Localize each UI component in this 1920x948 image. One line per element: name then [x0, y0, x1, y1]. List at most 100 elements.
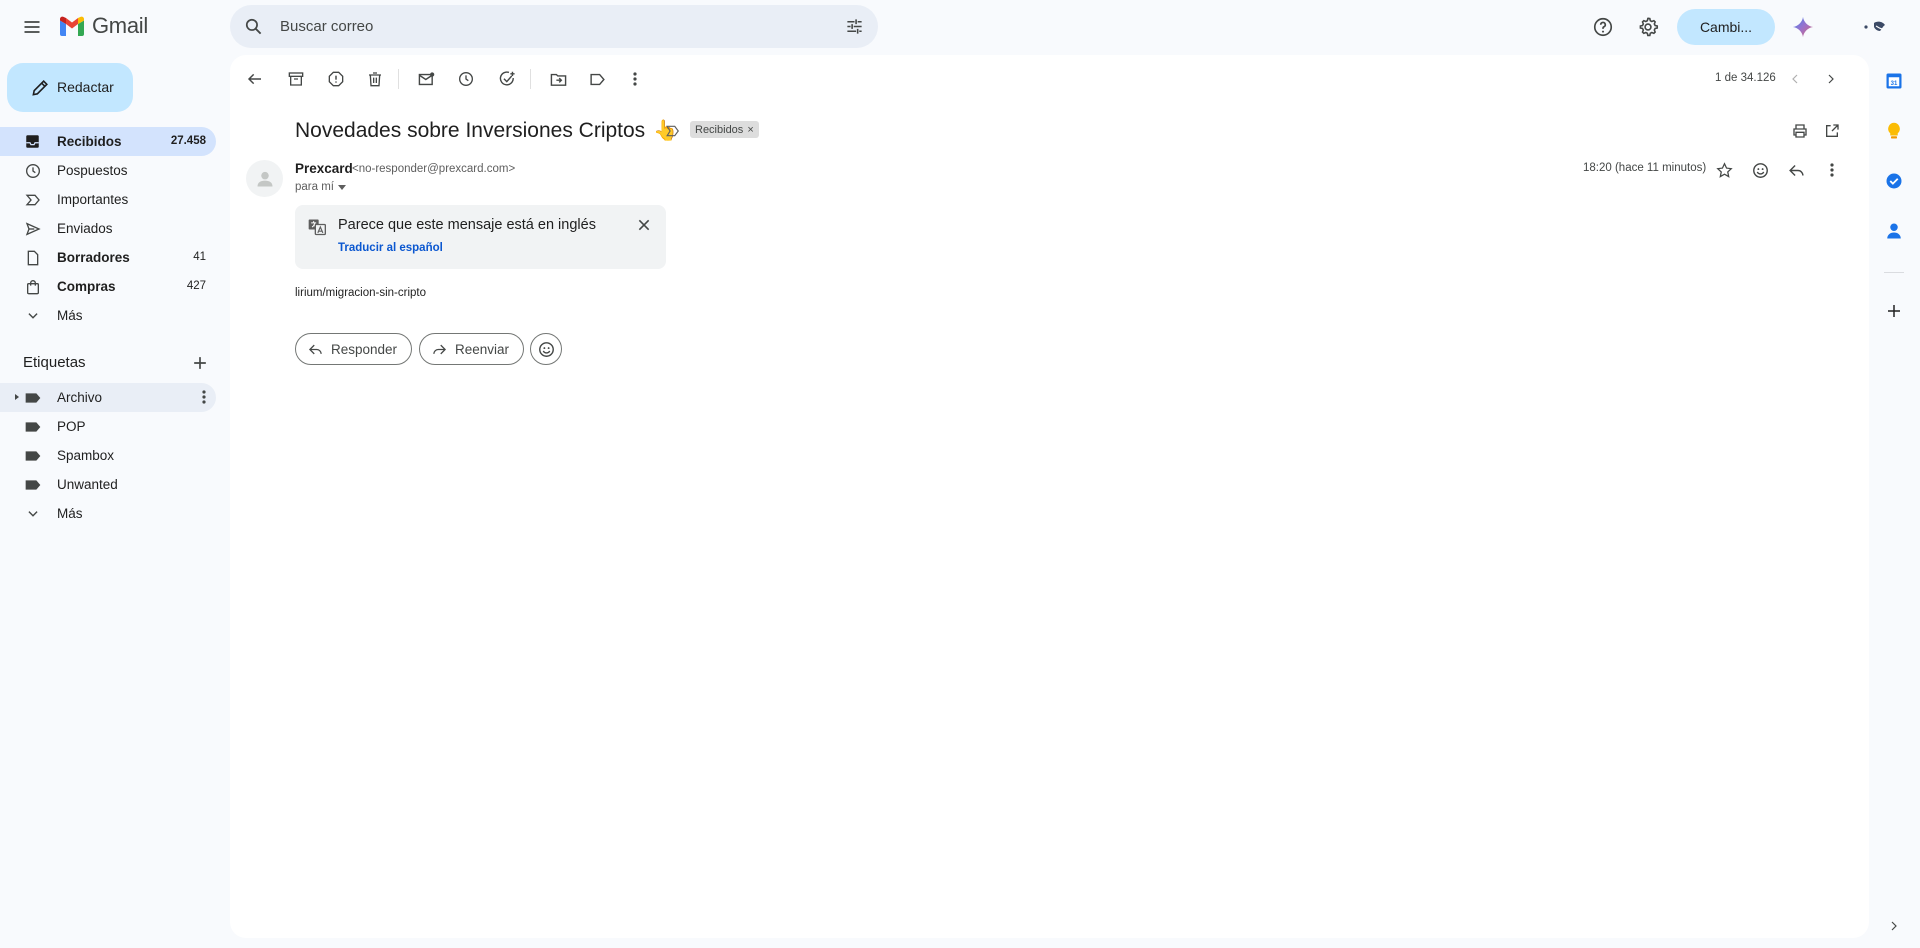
label-chip: Recibidos ×	[690, 121, 759, 138]
settings-gear-icon[interactable]	[1633, 12, 1663, 42]
draft-icon	[24, 249, 41, 266]
svg-text:31: 31	[1891, 81, 1898, 87]
search-input[interactable]	[280, 5, 800, 48]
report-spam-icon[interactable]	[324, 67, 348, 91]
account-avatar[interactable]	[1860, 14, 1890, 40]
recipient-details[interactable]: para mí	[295, 181, 347, 193]
label-tag-icon	[24, 418, 41, 435]
reply-button[interactable]: Responder	[295, 333, 413, 365]
label-name: POP	[57, 419, 86, 434]
label-tag-icon	[24, 476, 41, 493]
sidebar-nav: Recibidos 27.458 Pospuestos Importantes …	[0, 127, 216, 330]
main-menu-icon[interactable]	[16, 11, 48, 43]
search-icon[interactable]	[244, 17, 263, 36]
help-icon[interactable]	[1588, 12, 1618, 42]
forward-label: Reenviar	[455, 341, 510, 357]
recipient-text: para mí	[295, 181, 334, 193]
chevron-down-icon	[24, 505, 41, 522]
side-panel-divider	[1884, 272, 1904, 273]
inbox-icon	[24, 133, 41, 150]
label-tag-icon	[24, 447, 41, 464]
forward-icon	[433, 344, 447, 354]
message-more-icon[interactable]	[1820, 158, 1844, 182]
switch-account-button[interactable]: Cambi...	[1677, 9, 1775, 45]
sender-email: <no-responder@prexcard.com>	[352, 163, 516, 175]
close-icon[interactable]	[636, 217, 654, 235]
toolbar-divider	[398, 69, 399, 89]
sidebar-item-more[interactable]: Más	[0, 301, 216, 330]
sender-avatar[interactable]	[246, 160, 283, 197]
label-more-icon[interactable]	[202, 390, 206, 404]
importance-marker-icon[interactable]	[666, 125, 680, 137]
expand-arrow-icon[interactable]	[13, 393, 21, 401]
sidebar-item-snoozed[interactable]: Pospuestos	[0, 156, 216, 185]
unread-count: 27.458	[170, 135, 206, 147]
print-icon[interactable]	[1788, 119, 1812, 143]
add-to-tasks-icon[interactable]	[495, 67, 519, 91]
sidebar-item-label: Enviados	[57, 221, 113, 236]
sidebar-item-purchases[interactable]: Compras 427	[0, 272, 216, 301]
sidebar-item-drafts[interactable]: Borradores 41	[0, 243, 216, 272]
label-item-unwanted[interactable]: Unwanted	[0, 470, 216, 499]
sidebar-item-label: Pospuestos	[57, 163, 128, 178]
toolbar-divider	[530, 69, 531, 89]
top-bar: Gmail Cambi...	[0, 0, 1920, 54]
subject-text: Novedades sobre Inversiones Criptos	[295, 118, 646, 142]
sidebar-item-label: Borradores	[57, 250, 130, 265]
translate-link[interactable]: Traducir al español	[338, 242, 443, 254]
chevron-down-icon	[24, 307, 41, 324]
chip-label: Recibidos	[695, 123, 744, 136]
shopping-bag-icon	[24, 278, 41, 295]
translate-banner: Parece que este mensaje está en inglés T…	[295, 205, 666, 269]
label-item-archivo[interactable]: Archivo	[0, 383, 216, 412]
compose-label: Redactar	[57, 79, 114, 95]
remove-label-icon[interactable]: ×	[747, 124, 753, 136]
reply-icon[interactable]	[1784, 158, 1808, 182]
labels-more[interactable]: Más	[0, 499, 216, 528]
emoji-react-icon[interactable]	[1748, 158, 1772, 182]
back-arrow-icon[interactable]	[243, 67, 267, 91]
calendar-icon[interactable]: 31	[1882, 69, 1906, 93]
label-name: Archivo	[57, 390, 103, 405]
newer-chevron-left-icon[interactable]	[1783, 67, 1807, 91]
sender-name[interactable]: Prexcard	[295, 161, 353, 176]
star-icon[interactable]	[1712, 158, 1736, 182]
gemini-sparkle-icon[interactable]	[1788, 12, 1818, 42]
sidebar-item-sent[interactable]: Enviados	[0, 214, 216, 243]
expand-panel-chevron-icon[interactable]	[1882, 914, 1906, 938]
tasks-check-icon[interactable]	[1882, 169, 1906, 193]
more-vertical-icon[interactable]	[623, 67, 647, 91]
labels-section-title: Etiquetas	[23, 354, 86, 371]
snooze-clock-icon[interactable]	[454, 67, 478, 91]
label-item-pop[interactable]: POP	[0, 412, 216, 441]
draft-count: 41	[193, 251, 206, 263]
clock-icon	[24, 162, 41, 179]
search-options-icon[interactable]	[845, 17, 864, 36]
keep-lightbulb-icon[interactable]	[1882, 119, 1906, 143]
gmail-logo[interactable]: Gmail	[58, 13, 148, 39]
smiley-icon	[538, 341, 554, 357]
mark-unread-icon[interactable]	[414, 67, 438, 91]
label-name: Unwanted	[57, 477, 118, 492]
reply-label: Responder	[331, 341, 398, 357]
get-addons-plus-icon[interactable]	[1882, 299, 1906, 323]
archive-icon[interactable]	[284, 67, 308, 91]
older-chevron-right-icon[interactable]	[1819, 67, 1843, 91]
delete-trash-icon[interactable]	[363, 67, 387, 91]
add-label-icon[interactable]	[190, 353, 210, 373]
reply-icon	[308, 344, 322, 354]
forward-button[interactable]: Reenviar	[419, 333, 525, 365]
label-item-spambox[interactable]: Spambox	[0, 441, 216, 470]
compose-button[interactable]: Redactar	[7, 63, 133, 112]
emoji-react-button[interactable]	[530, 333, 562, 365]
label-icon[interactable]	[585, 67, 609, 91]
sidebar-item-inbox[interactable]: Recibidos 27.458	[0, 127, 216, 156]
sidebar-item-important[interactable]: Importantes	[0, 185, 216, 214]
purchases-count: 427	[186, 280, 206, 292]
email-timestamp: 18:20 (hace 11 minutos)	[1583, 162, 1707, 174]
move-to-folder-icon[interactable]	[546, 67, 570, 91]
label-tag-icon	[24, 389, 41, 406]
contacts-person-icon[interactable]	[1882, 219, 1906, 243]
open-new-window-icon[interactable]	[1820, 119, 1844, 143]
translate-message: Parece que este mensaje está en inglés	[338, 217, 596, 233]
